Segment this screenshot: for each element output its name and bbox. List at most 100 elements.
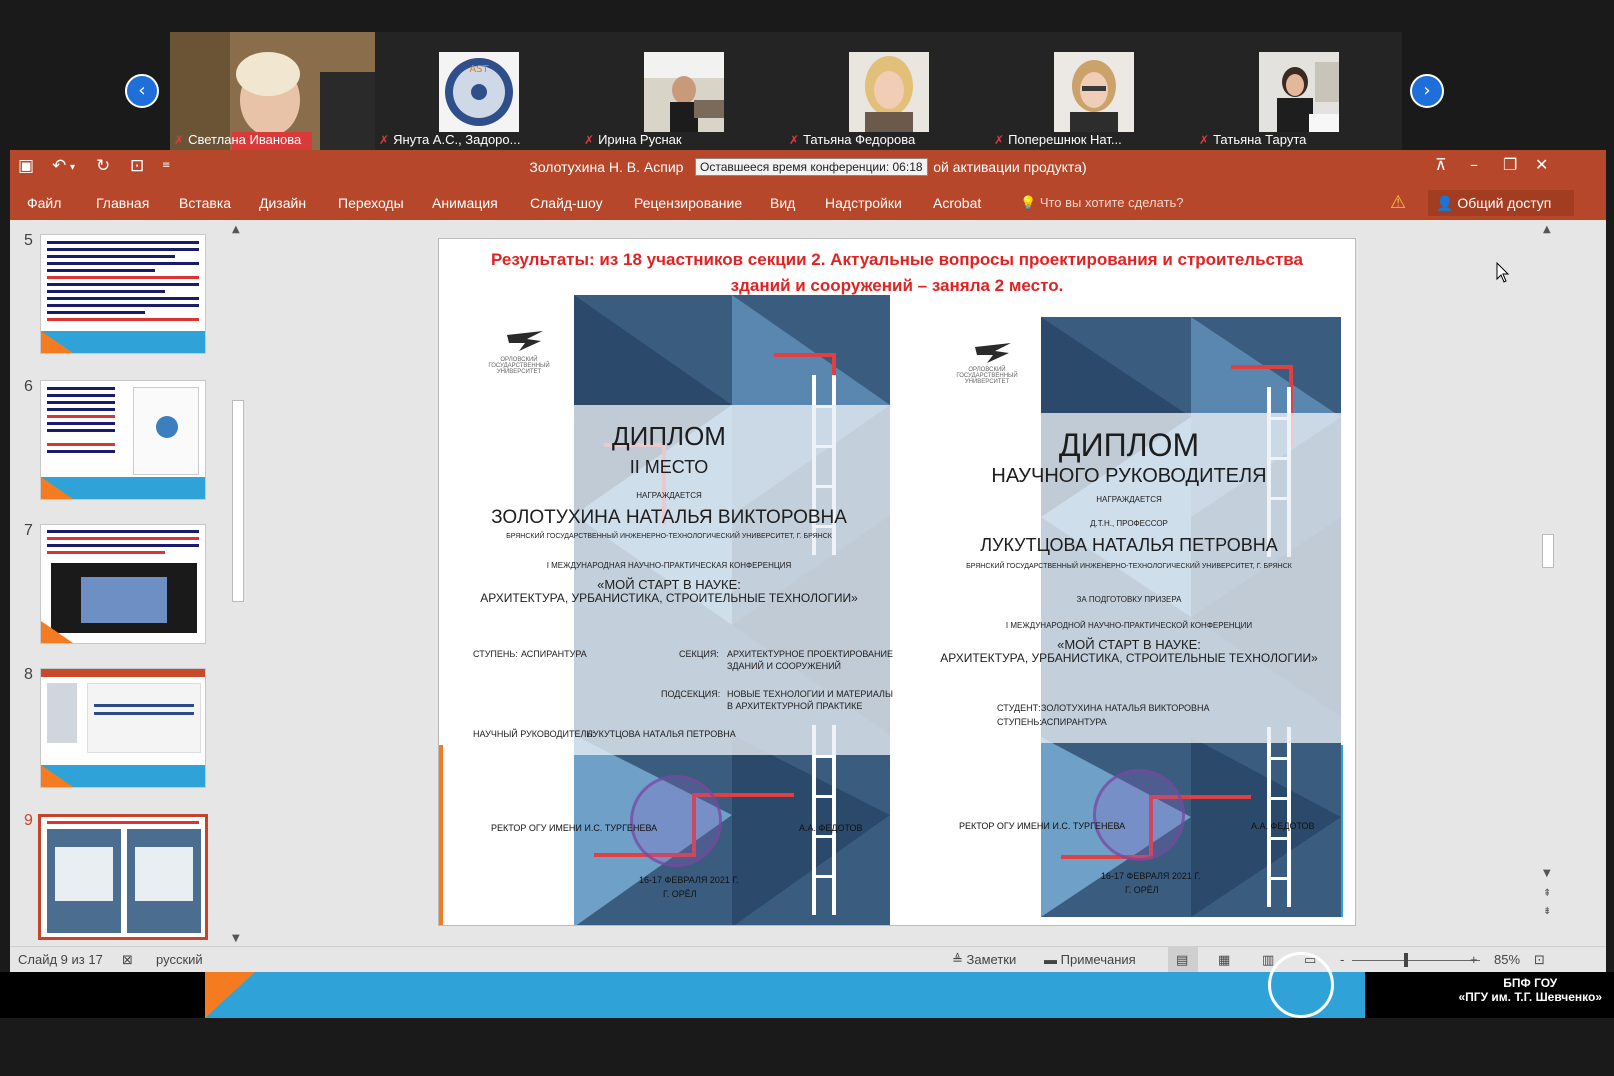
tab-transitions[interactable]: Переходы <box>338 195 404 211</box>
warning-icon[interactable]: ⚠ <box>1390 192 1406 213</box>
rector-title: РЕКТОР ОГУ ИМЕНИ И.С. ТУРГЕНЕВА <box>491 823 658 833</box>
section-value: ЗДАНИЙ И СООРУЖЕНИЙ <box>727 661 842 671</box>
thumbnail-corner <box>41 477 73 499</box>
scrollbar-thumb[interactable] <box>1542 534 1554 568</box>
slide-thumbnail[interactable] <box>40 234 206 354</box>
thumbnail-text-line <box>47 283 199 286</box>
scrollbar-thumb[interactable] <box>232 400 244 602</box>
tab-home[interactable]: Главная <box>96 195 149 211</box>
slide-thumbnail[interactable] <box>40 380 206 500</box>
diploma-date: 16-17 ФЕВРАЛЯ 2021 Г. <box>1101 871 1201 881</box>
rector-title: РЕКТОР ОГУ ИМЕНИ И.С. ТУРГЕНЕВА <box>959 821 1126 831</box>
comments-button[interactable]: ▬ Примечания <box>1044 952 1136 967</box>
notes-icon: ≜ <box>952 952 963 967</box>
scroll-down-icon[interactable]: ▼ <box>232 933 240 944</box>
language-indicator[interactable]: русский <box>156 952 203 967</box>
thumbnail-scrollbar[interactable]: ▲ ▼ <box>230 224 244 944</box>
conference-title: «МОЙ СТАРТ В НАУКЕ: <box>1057 637 1201 652</box>
slide-thumbnail[interactable] <box>40 524 206 644</box>
thumbnail-emblem <box>156 416 178 438</box>
chevron-right-icon[interactable]: › <box>1410 74 1444 108</box>
thumbnail-corner <box>41 621 73 643</box>
ladder-rung <box>1271 837 1287 840</box>
title-bar: ▣ ↶ ▾ ↻ ⊡ ≡ Золотухина Н. В. Аспир ой ак… <box>10 150 1606 184</box>
restore-icon[interactable]: ❐ <box>1503 155 1517 174</box>
subsection-value: НОВЫЕ ТЕХНОЛОГИИ И МАТЕРИАЛЫ <box>727 689 893 699</box>
minimize-icon[interactable]: – <box>1470 155 1478 174</box>
conference-title: «МОЙ СТАРТ В НАУКЕ: <box>597 577 741 592</box>
tell-me-search[interactable]: 💡 Что вы хотите сделать? <box>1020 195 1184 211</box>
participant-tile[interactable]: ✗ Поперешнюк Нат... <box>990 32 1197 150</box>
scroll-up-icon[interactable]: ▲ <box>1543 224 1551 235</box>
scroll-down-icon[interactable]: ▼ <box>1543 868 1551 879</box>
thumbnail-diploma <box>127 829 201 933</box>
participant-tile[interactable]: AST ✗ Янута А.С., Задоро... <box>375 32 582 150</box>
advisor-value: ЛУКУТЦОВА НАТАЛЬЯ ПЕТРОВНА <box>587 729 736 739</box>
diploma-conference: I МЕЖДУНАРОДНОЙ НАУЧНО-ПРАКТИЧЕСКОЙ КОНФ… <box>1005 621 1253 630</box>
spellcheck-icon[interactable]: ⊠ <box>122 952 133 968</box>
zoom-level[interactable]: 85% <box>1494 952 1520 967</box>
blue-edge <box>1341 745 1343 917</box>
thumbnail-document <box>133 387 199 475</box>
background-slideshow: БПФ ГОУ «ПГУ им. Т.Г. Шевченко» <box>0 952 1614 1018</box>
normal-view-button[interactable]: ▤ <box>1168 947 1198 973</box>
next-slide-icon[interactable]: ⇟ <box>1543 906 1551 917</box>
ribbon-tabs: Файл Главная Вставка Дизайн Переходы Ани… <box>10 184 1606 220</box>
slide-heading: Результаты: из 18 участников секции 2. А… <box>491 250 1303 295</box>
tab-review[interactable]: Рецензирование <box>634 195 742 211</box>
diploma-first: ОРЛОВСКИЙ ГОСУДАРСТВЕННЫЙ УНИВЕРСИТЕТ ДИ… <box>439 295 899 925</box>
diploma-recipient: ЗОЛОТУХИНА НАТАЛЬЯ ВИКТОРОВНА <box>491 507 847 528</box>
participant-tile[interactable]: ✗ Татьяна Федорова <box>785 32 992 150</box>
previous-slide-icon[interactable]: ⇞ <box>1543 888 1551 899</box>
reading-view-icon[interactable]: ▥ <box>1262 952 1274 968</box>
participant-tile[interactable]: ✗ Ирина Руснак <box>580 32 787 150</box>
thumbnail-document <box>87 683 201 753</box>
slide-counter: Слайд 9 из 17 <box>18 952 103 967</box>
tab-acrobat[interactable]: Acrobat <box>933 195 981 211</box>
ladder-rung <box>816 755 832 758</box>
student-label: СТУДЕНТ: <box>997 703 1041 713</box>
ribbon-display-icon[interactable]: ⊼ <box>1435 155 1447 174</box>
zoom-in-button[interactable]: + <box>1470 952 1478 967</box>
scroll-up-icon[interactable]: ▲ <box>232 224 240 235</box>
slide-thumbnail[interactable] <box>40 668 206 788</box>
participant-tile[interactable]: ✗ Светлана Иванова <box>170 32 377 150</box>
close-icon[interactable]: ✕ <box>1535 155 1548 174</box>
tab-slideshow[interactable]: Слайд-шоу <box>530 195 603 211</box>
diploma-organization: БРЯНСКИЙ ГОСУДАРСТВЕННЫЙ ИНЖЕНЕРНО-ТЕХНО… <box>966 563 1292 570</box>
slide-scrollbar[interactable]: ▲ ▼ ⇞ ⇟ <box>1540 222 1556 946</box>
student-value: ЗОЛОТУХИНА НАТАЛЬЯ ВИКТОРОВНА <box>1041 703 1210 713</box>
fit-to-window-icon[interactable]: ⊡ <box>1534 952 1545 968</box>
main-slide[interactable]: Результаты: из 18 участников секции 2. А… <box>438 238 1356 926</box>
tab-design[interactable]: Дизайн <box>259 195 306 211</box>
zoom-slider[interactable] <box>1352 960 1480 961</box>
tab-file[interactable]: Файл <box>27 195 61 211</box>
conference-title: АРХИТЕКТУРА, УРБАНИСТИКА, СТРОИТЕЛЬНЫЕ Т… <box>480 591 858 605</box>
slideshow-circle <box>1268 952 1334 1018</box>
mic-muted-icon: ✗ <box>174 133 185 147</box>
tab-insert[interactable]: Вставка <box>179 195 231 211</box>
notes-button[interactable]: ≜ Заметки <box>952 952 1016 968</box>
thumbnail-text-line <box>47 318 199 321</box>
university-logo-icon <box>507 331 543 351</box>
tab-addins[interactable]: Надстройки <box>825 195 902 211</box>
participant-name: ✗ Татьяна Тарута <box>1199 132 1307 147</box>
chevron-left-icon[interactable]: ‹ <box>125 74 159 108</box>
zoom-out-button[interactable]: - <box>1340 952 1344 967</box>
slide-thumbnail-pane: 5 6 7 8 9 <box>10 220 250 946</box>
level-label: СТУПЕНЬ: <box>473 649 518 659</box>
share-button[interactable]: 👤 Общий доступ <box>1428 190 1574 216</box>
tab-view[interactable]: Вид <box>770 195 795 211</box>
thumbnail-number: 9 <box>24 812 33 829</box>
thumbnail-header <box>41 669 205 677</box>
mouse-cursor-icon <box>1496 262 1510 283</box>
diploma-title: ДИПЛОМ <box>612 421 726 451</box>
ladder-rung <box>816 875 832 878</box>
slide-thumbnail-selected[interactable] <box>38 814 208 940</box>
zoom-slider-thumb[interactable] <box>1404 953 1408 967</box>
slide-sorter-icon[interactable]: ▦ <box>1218 952 1230 968</box>
participant-tile[interactable]: ✗ Татьяна Тарута <box>1195 32 1402 150</box>
mic-muted-icon: ✗ <box>789 133 800 147</box>
rector-signature: А.А. ФЕДОТОВ <box>1251 821 1315 831</box>
tab-animations[interactable]: Анимация <box>432 195 498 211</box>
